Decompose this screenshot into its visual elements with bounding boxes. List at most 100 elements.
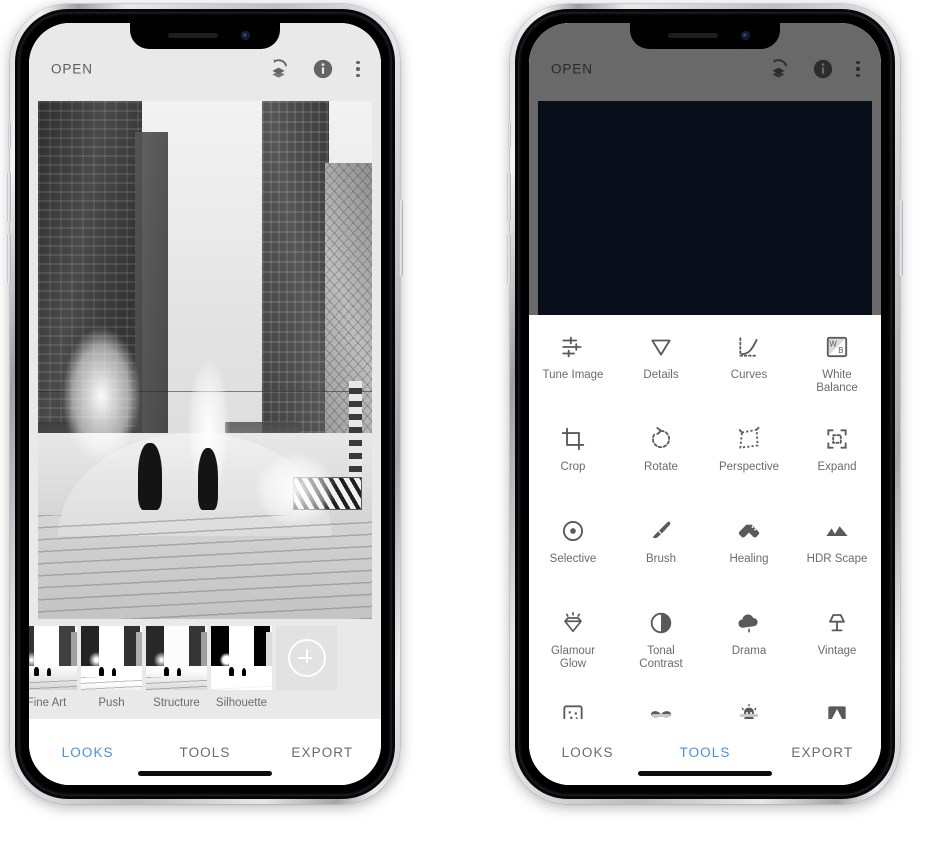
volume-down-button-left[interactable]: [7, 234, 11, 284]
tool-label: Curves: [730, 369, 768, 381]
more-vertical-icon[interactable]: [856, 60, 860, 78]
phone-bezel-inner: OPEN: [18, 12, 392, 796]
photo-canvas-left[interactable]: [29, 101, 381, 619]
looks-strip[interactable]: Fine Art Push Structure Silhouette: [29, 619, 381, 718]
tool-label: White Balance: [816, 369, 858, 394]
edited-photo: [38, 101, 372, 619]
silent-switch-left[interactable]: [8, 122, 11, 148]
volume-down-button-right[interactable]: [507, 234, 511, 284]
healing-icon: [736, 518, 762, 544]
look-label: Push: [98, 697, 125, 709]
peek-item-2: [740, 714, 758, 717]
tab-tools[interactable]: TOOLS: [146, 745, 263, 760]
tab-export[interactable]: EXPORT: [764, 745, 881, 760]
tool-tonal-contrast[interactable]: Tonal Contrast: [617, 601, 705, 693]
photo-striped-pole: [348, 380, 362, 485]
tool-label: Perspective: [718, 461, 780, 473]
photo-building-right: [261, 101, 329, 464]
look-thumbnail: [211, 626, 272, 690]
peek-item-1: [652, 714, 670, 717]
look-item-silhouette[interactable]: Silhouette: [211, 626, 272, 709]
layers-undo-icon[interactable]: [268, 58, 290, 80]
tool-brush[interactable]: Brush: [617, 509, 705, 601]
speaker-grille-icon: [668, 33, 718, 38]
home-indicator[interactable]: [138, 771, 272, 776]
hdr-scape-icon: [824, 518, 850, 544]
tool-hdr-scape[interactable]: HDR Scape: [793, 509, 881, 601]
silent-switch-right[interactable]: [508, 122, 511, 148]
tool-label: Drama: [731, 645, 767, 657]
tab-tools[interactable]: TOOLS: [646, 745, 763, 760]
tool-healing[interactable]: Healing: [705, 509, 793, 601]
next-row-peek: [529, 714, 881, 717]
look-item-structure[interactable]: Structure: [146, 626, 207, 709]
tool-tune-image[interactable]: Tune Image: [529, 325, 617, 417]
svg-text:W: W: [829, 339, 837, 348]
tool-expand[interactable]: Expand: [793, 417, 881, 509]
glamour-glow-icon: [560, 610, 586, 636]
photo-steam-left: [51, 308, 152, 485]
snapseed-app-left: OPEN Fine Art Push Structure Silhouette …: [29, 23, 381, 785]
more-vertical-icon[interactable]: [356, 60, 360, 78]
expand-icon: [824, 426, 850, 452]
tab-looks[interactable]: LOOKS: [529, 745, 646, 760]
tonal-contrast-icon: [648, 610, 674, 636]
phone-bezel: OPEN: [515, 9, 895, 799]
plus-icon: [287, 639, 326, 677]
look-item-push[interactable]: Push: [81, 626, 142, 709]
open-button-right[interactable]: OPEN: [551, 62, 593, 77]
info-icon[interactable]: [312, 58, 334, 80]
tool-white-balance[interactable]: W B White Balance: [793, 325, 881, 417]
tool-crop[interactable]: Crop: [529, 417, 617, 509]
tool-curves[interactable]: Curves: [705, 325, 793, 417]
tool-glamour-glow[interactable]: Glamour Glow: [529, 601, 617, 693]
tools-grid: Tune Image Details Curves W B White Bala…: [529, 315, 881, 719]
layers-undo-icon[interactable]: [768, 58, 790, 80]
tab-looks[interactable]: LOOKS: [29, 745, 146, 760]
top-bar-icons-left: [268, 58, 363, 80]
front-camera-icon: [741, 31, 750, 40]
look-thumbnail: [146, 626, 207, 690]
tool-drama[interactable]: Drama: [705, 601, 793, 693]
tool-label: Brush: [645, 553, 677, 565]
tool-label: Healing: [729, 553, 769, 565]
look-label: Fine Art: [29, 697, 67, 709]
volume-up-button-right[interactable]: [507, 172, 511, 222]
curves-icon: [736, 334, 762, 360]
add-look-button[interactable]: [276, 626, 337, 690]
tab-export[interactable]: EXPORT: [264, 745, 381, 760]
speaker-grille-icon: [168, 33, 218, 38]
tool-vintage[interactable]: Vintage: [793, 601, 881, 693]
look-item-fine-art[interactable]: Fine Art: [29, 626, 77, 709]
info-icon[interactable]: [812, 58, 834, 80]
photo-steam-right: [245, 442, 346, 537]
tool-label: Tonal Contrast: [639, 645, 683, 670]
white-balance-icon: W B: [824, 334, 850, 360]
screenshot-stage: OPEN Fine Art Push Structure Silhouette …: [0, 0, 930, 842]
phone-mockup-right: OPEN LOOKS TOOLS EXPORT Tune Image Detai…: [507, 4, 903, 804]
tool-label: Selective: [549, 553, 597, 565]
phone-bezel-inner: OPEN: [518, 12, 892, 796]
volume-up-button-left[interactable]: [7, 172, 11, 222]
phone-screen-left: OPEN Fine Art Push Structure Silhouette …: [29, 23, 381, 785]
home-indicator[interactable]: [638, 771, 772, 776]
power-button-left[interactable]: [399, 200, 403, 276]
look-label: Silhouette: [215, 697, 268, 709]
look-label: Structure: [153, 697, 200, 709]
tool-perspective[interactable]: Perspective: [705, 417, 793, 509]
front-camera-icon: [241, 31, 250, 40]
tool-label: Tune Image: [542, 369, 604, 381]
drama-cloud-icon: [736, 610, 762, 636]
tool-label: Expand: [817, 461, 857, 473]
tool-rotate[interactable]: Rotate: [617, 417, 705, 509]
open-button-left[interactable]: OPEN: [51, 62, 93, 77]
crop-icon: [560, 426, 586, 452]
tool-selective[interactable]: Selective: [529, 509, 617, 601]
tool-label: Glamour Glow: [550, 645, 596, 670]
tools-panel: Tune Image Details Curves W B White Bala…: [529, 315, 881, 719]
power-button-right[interactable]: [899, 200, 903, 276]
tool-label: Vintage: [817, 645, 857, 657]
tool-details[interactable]: Details: [617, 325, 705, 417]
tool-label: Crop: [560, 461, 586, 473]
notch: [630, 23, 780, 49]
